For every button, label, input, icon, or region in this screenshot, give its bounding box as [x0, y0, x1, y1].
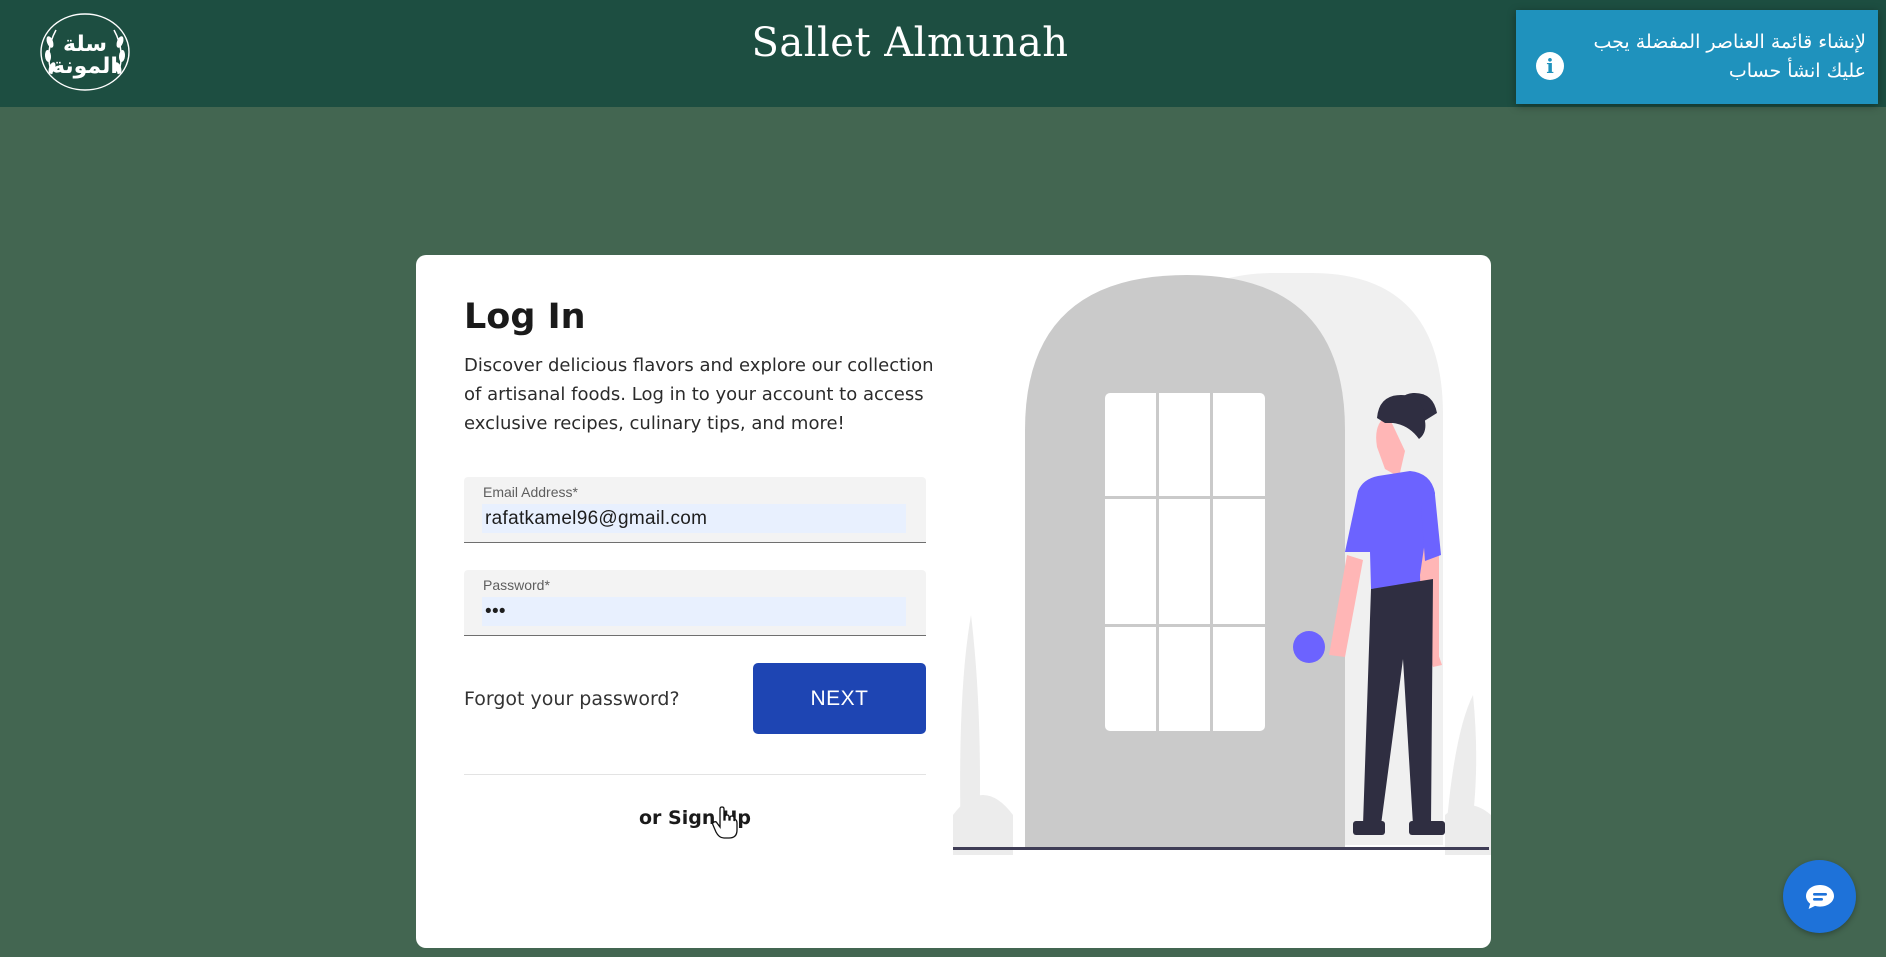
chat-icon — [1805, 884, 1834, 909]
password-label: Password* — [483, 577, 550, 593]
login-description: Discover delicious flavors and explore o… — [464, 355, 934, 434]
notification-toast[interactable]: i لإنشاء قائمة العناصر المفضلة يجب عليك … — [1516, 10, 1878, 104]
info-icon: i — [1536, 52, 1564, 80]
chat-button[interactable] — [1783, 860, 1856, 933]
next-button[interactable]: NEXT — [753, 663, 926, 734]
hand-cursor-icon — [712, 806, 738, 839]
login-card: Log In Discover delicious flavors and ex… — [416, 255, 1491, 948]
page-title: Log In — [464, 297, 586, 337]
divider — [464, 774, 926, 775]
email-label: Email Address* — [483, 484, 578, 500]
door-illustration — [953, 273, 1491, 855]
email-input[interactable] — [482, 504, 906, 533]
email-field[interactable]: Email Address* — [464, 477, 926, 543]
sign-up-link[interactable]: or Sign Up — [464, 807, 926, 829]
toast-message: لإنشاء قائمة العناصر المفضلة يجب عليك ان… — [1593, 31, 1867, 82]
password-field[interactable]: Password* — [464, 570, 926, 636]
password-input[interactable] — [482, 597, 906, 626]
forgot-password-link[interactable]: Forgot your password? — [464, 688, 680, 710]
